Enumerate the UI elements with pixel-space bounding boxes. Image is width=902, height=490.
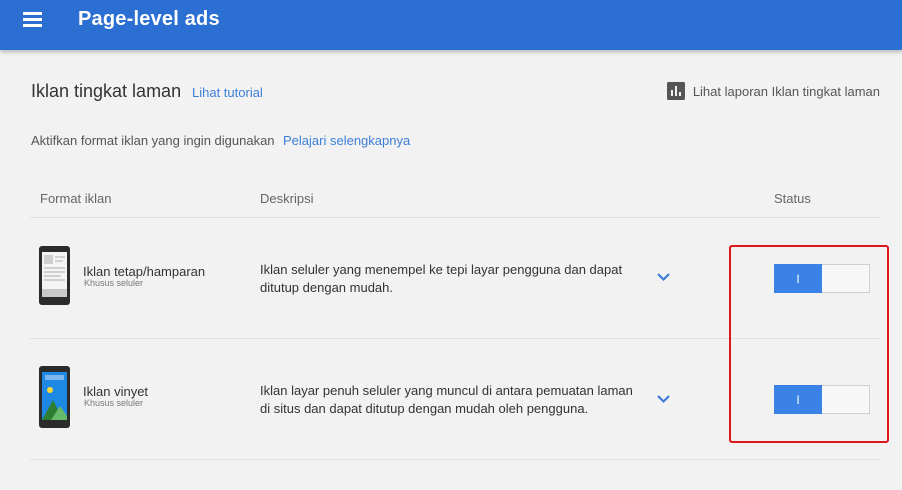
- row-description: Iklan seluler yang menempel ke tepi laya…: [260, 262, 623, 295]
- report-link[interactable]: Lihat laporan Iklan tingkat laman: [666, 82, 880, 100]
- row-description: Iklan layar penuh seluler yang muncul di…: [260, 383, 633, 416]
- row-subtitle: Khusus seluler: [84, 398, 144, 408]
- learn-more-link[interactable]: Pelajari selengkapnya: [283, 133, 410, 148]
- status-toggle[interactable]: I: [774, 385, 870, 414]
- tutorial-link[interactable]: Lihat tutorial: [192, 85, 263, 100]
- instruction-text: Aktifkan format iklan yang ingin digunak…: [31, 133, 275, 148]
- report-link-label: Lihat laporan Iklan tingkat laman: [692, 83, 880, 99]
- chevron-down-icon[interactable]: [656, 394, 671, 404]
- row-subtitle: Khusus seluler: [84, 278, 144, 288]
- column-header-description: Deskripsi: [260, 191, 314, 206]
- phone-vignette-ad-icon: [39, 366, 70, 428]
- column-header-format: Format iklan: [40, 191, 112, 206]
- toggle-on-indicator: I: [774, 385, 822, 414]
- app-header: Page-level ads: [0, 0, 902, 50]
- app-title: Page-level ads: [78, 8, 220, 30]
- row-title: Iklan vinyet: [83, 384, 149, 399]
- bar-chart-icon: [666, 82, 685, 100]
- row-title: Iklan tetap/hamparan: [83, 264, 206, 279]
- page-title: Iklan tingkat laman: [31, 81, 182, 101]
- status-toggle[interactable]: I: [774, 264, 870, 293]
- column-header-status: Status: [774, 191, 811, 206]
- table-divider: [30, 338, 880, 339]
- phone-sticky-ad-icon: [39, 246, 70, 305]
- hamburger-menu-icon[interactable]: [23, 12, 43, 28]
- table-divider: [30, 217, 880, 218]
- chevron-down-icon[interactable]: [656, 272, 671, 282]
- table-divider: [30, 459, 880, 460]
- toggle-on-indicator: I: [774, 264, 822, 293]
